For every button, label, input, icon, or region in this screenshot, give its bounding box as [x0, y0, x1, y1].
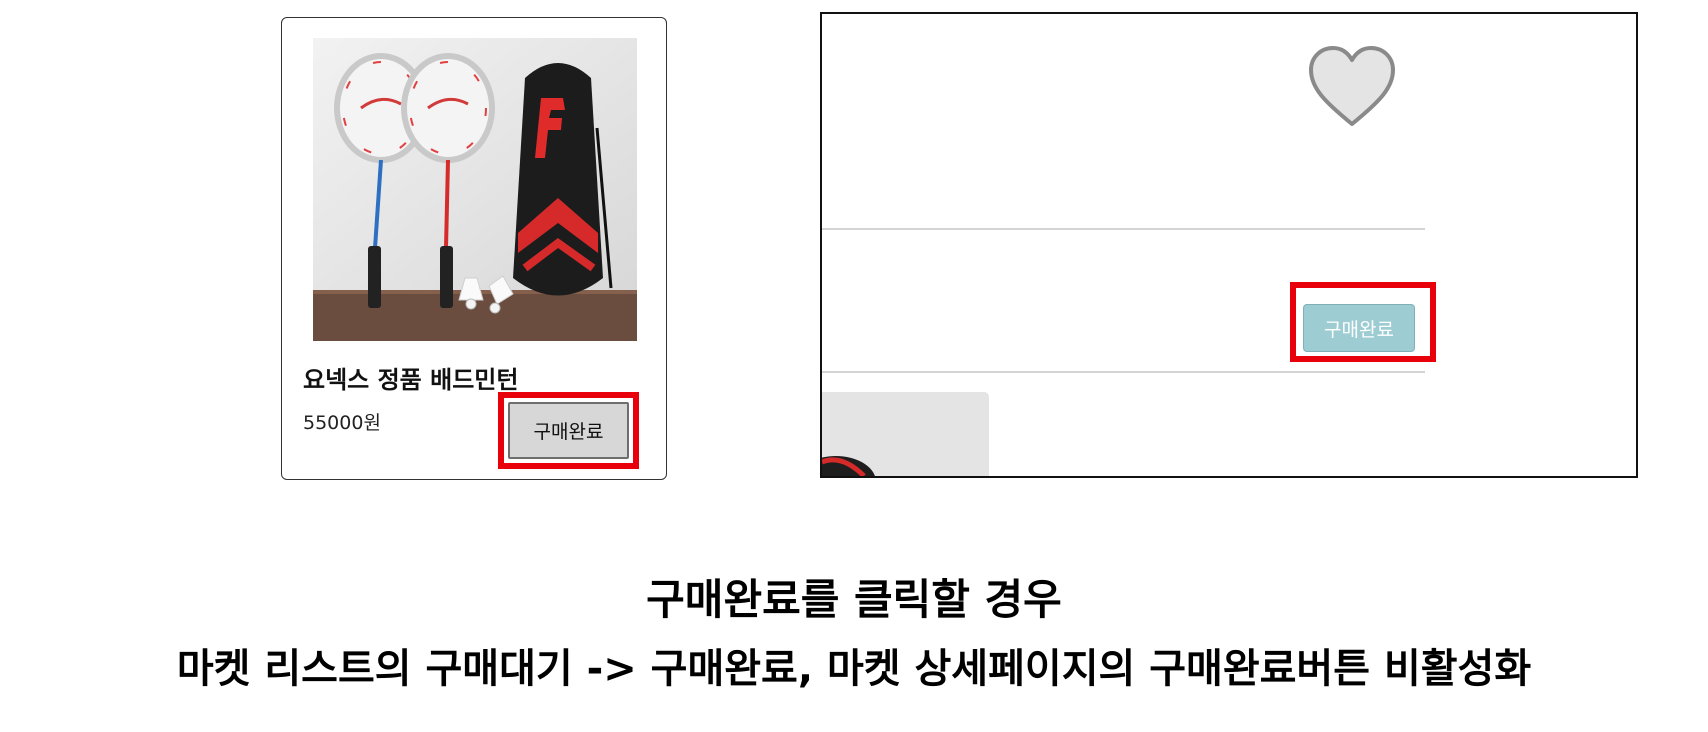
badminton-set-illustration [313, 38, 637, 341]
thumbnail-image [822, 392, 989, 476]
section-divider [822, 228, 1425, 230]
heart-shape [1309, 46, 1395, 126]
section-divider [822, 371, 1425, 373]
product-image[interactable] [313, 38, 637, 341]
market-list-card[interactable]: 요넥스 정품 배드민턴 55000원 구매완료 [281, 17, 667, 480]
heart-icon[interactable] [1307, 44, 1397, 130]
caption-line-1: 구매완료를 클릭할 경우 [646, 575, 1062, 624]
related-product-thumbnail[interactable] [822, 392, 989, 476]
product-title: 요넥스 정품 배드민턴 [303, 366, 519, 394]
market-detail-page: 구매완료 [820, 12, 1638, 478]
caption-line-2: 마켓 리스트의 구매대기 -> 구매완료, 마켓 상세페이지의 구매완료버튼 비… [176, 646, 1532, 692]
purchase-complete-button[interactable]: 구매완료 [508, 402, 629, 459]
purchase-complete-button-disabled[interactable]: 구매완료 [1303, 304, 1415, 352]
product-price: 55000원 [303, 412, 381, 434]
